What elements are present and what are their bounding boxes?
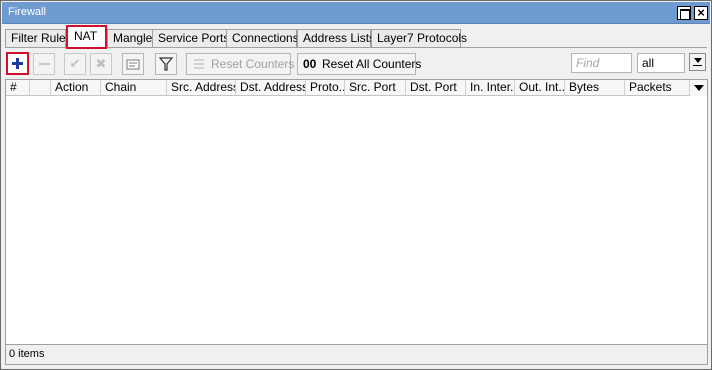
col-chain[interactable]: Chain xyxy=(101,80,167,96)
filter-icon xyxy=(158,57,174,71)
add-button[interactable] xyxy=(6,52,29,75)
window-title: Firewall xyxy=(8,6,46,18)
tab-address-lists[interactable]: Address Lists xyxy=(297,29,375,48)
comment-button[interactable] xyxy=(122,53,144,75)
table-header: # Action Chain Src. Address Dst. Address… xyxy=(6,80,707,96)
title-bar[interactable]: Firewall × xyxy=(2,2,710,24)
maximize-button[interactable] xyxy=(677,6,691,20)
plus-icon xyxy=(12,58,23,69)
reset-counters-button[interactable]: Reset Counters xyxy=(186,53,294,75)
rules-table[interactable]: # Action Chain Src. Address Dst. Address… xyxy=(5,79,708,345)
reset-counters-icon xyxy=(194,59,204,69)
filter-select[interactable]: all xyxy=(637,53,685,73)
comment-icon xyxy=(126,59,140,70)
close-button[interactable]: × xyxy=(694,5,708,20)
col-number[interactable]: # xyxy=(6,80,30,96)
tab-filter-rules[interactable]: Filter Rules xyxy=(5,29,72,48)
chevron-down-icon xyxy=(694,58,702,63)
col-dst-port[interactable]: Dst. Port xyxy=(406,80,466,96)
col-src-port[interactable]: Src. Port xyxy=(345,80,406,96)
col-in-interface[interactable]: In. Inter... xyxy=(466,80,515,96)
find-input[interactable] xyxy=(571,53,632,73)
tab-bar: Filter Rules NAT Mangle Service Ports Co… xyxy=(5,25,710,49)
reset-all-counters-button[interactable]: 00 Reset All Counters xyxy=(297,53,421,75)
counter-icon: 00 xyxy=(303,57,317,71)
tab-service-ports[interactable]: Service Ports xyxy=(152,29,229,48)
filter-button[interactable] xyxy=(155,53,177,75)
filter-dropdown-button[interactable] xyxy=(689,53,706,71)
col-protocol[interactable]: Proto... xyxy=(306,80,345,96)
column-menu-button[interactable] xyxy=(690,80,707,96)
x-icon: ✖ xyxy=(95,56,107,71)
item-count: 0 items xyxy=(9,348,45,360)
col-bytes[interactable]: Bytes xyxy=(565,80,625,96)
minus-icon xyxy=(39,63,50,65)
enable-button[interactable]: ✔ xyxy=(64,53,86,75)
tab-connections[interactable]: Connections xyxy=(226,29,299,48)
tab-mangle[interactable]: Mangle xyxy=(107,29,154,48)
firewall-window: Firewall × Filter Rules NAT Mangle Servi… xyxy=(0,0,712,370)
col-flags[interactable] xyxy=(30,80,51,96)
chevron-down-icon xyxy=(694,85,704,91)
tab-layer7-protocols[interactable]: Layer7 Protocols xyxy=(371,29,467,48)
col-action[interactable]: Action xyxy=(51,80,101,96)
tab-nat[interactable]: NAT xyxy=(66,25,107,49)
status-bar: 0 items xyxy=(5,345,708,365)
col-out-interface[interactable]: Out. Int... xyxy=(515,80,565,96)
col-packets[interactable]: Packets xyxy=(625,80,690,96)
disable-button[interactable]: ✖ xyxy=(90,53,112,75)
col-src-address[interactable]: Src. Address xyxy=(167,80,236,96)
tabs-divider xyxy=(5,47,707,48)
col-dst-address[interactable]: Dst. Address xyxy=(236,80,306,96)
remove-button[interactable] xyxy=(33,53,55,75)
close-icon: × xyxy=(697,5,705,20)
check-icon: ✔ xyxy=(69,56,81,71)
toolbar: ✔ ✖ Reset Counters 00 Reset All Counters… xyxy=(5,50,707,80)
